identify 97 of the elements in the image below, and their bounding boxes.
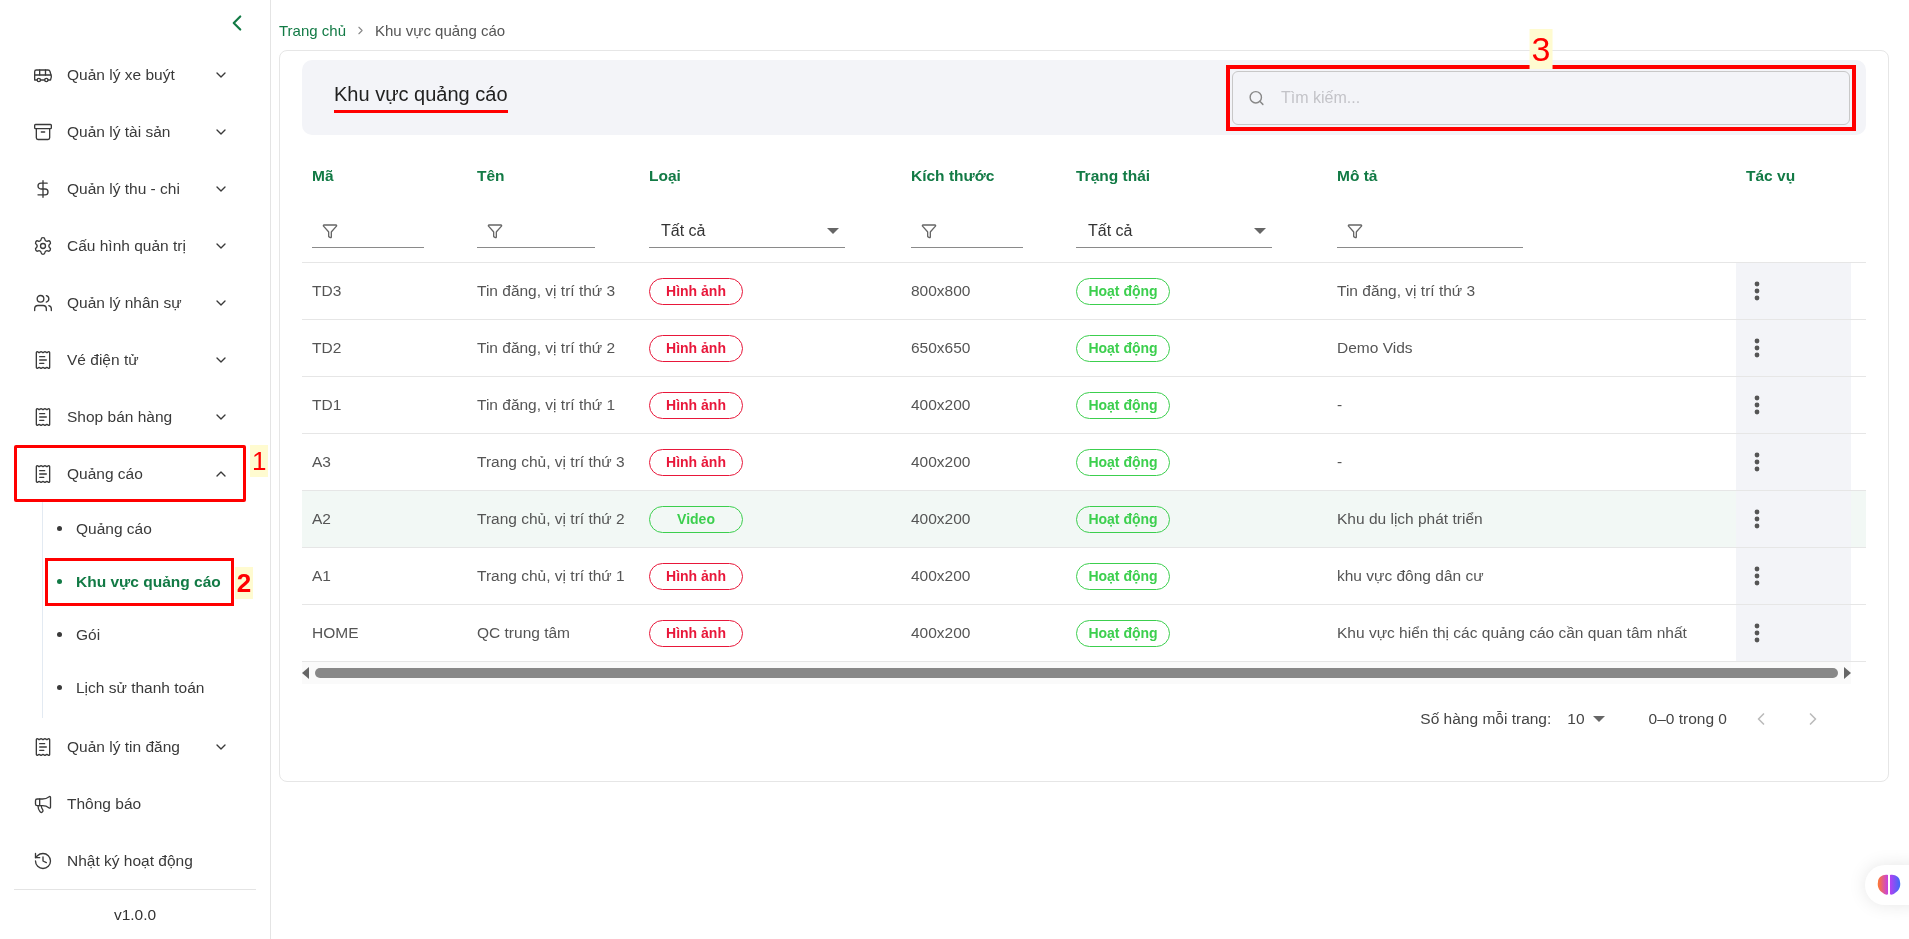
table-row[interactable]: TD2 Tin đăng, vị trí thứ 2 Hình ảnh 650x650 Hoạt động Demo Vids [302,320,1866,377]
table-cell-text: 400x200 [910,395,972,415]
table-cell-text: A3 [311,452,332,472]
table-cell-text: 400x200 [910,566,972,586]
more-button[interactable] [1754,281,1760,301]
table-cell-text: - [1336,452,1344,472]
brain-icon [1877,874,1901,896]
submenu-item[interactable]: Quảng cáo [57,504,162,553]
column-header: Tác vụ [1746,167,1797,185]
table-row[interactable]: TD3 Tin đăng, vị trí thứ 3 Hình ảnh 800x800 Hoạt động Tin đăng, vị trí thứ 3 [302,263,1866,320]
receipt-icon [33,349,53,370]
table-row[interactable]: HOME QC trung tâm Hình ảnh 400x200 Hoạt động Khu vực hiển thị các quảng cáo cần quan tâm nhất [302,605,1866,662]
column-header: Loại [649,167,682,185]
table-cell-text: Khu du lịch phát triển [1336,509,1484,529]
filter-select[interactable]: Tất cả [1076,214,1272,248]
table-cell-text: Tin đăng, vị trí thứ 2 [476,338,617,358]
sidebar-item[interactable]: Quản lý nhân sự [14,274,246,332]
table-cell-text: Trang chủ, vị trí thứ 1 [476,566,626,586]
filter-icon [322,223,338,239]
receipt-icon [33,463,53,484]
table-cell-text: 800x800 [910,281,972,301]
sidebar-item[interactable]: Quản lý xe buýt [14,46,246,104]
more-button[interactable] [1754,338,1760,358]
table-cell-text: Tin đăng, vị trí thứ 3 [1336,281,1477,301]
search-icon [1248,89,1265,106]
sidebar-item[interactable]: Quản lý tài sản [14,103,246,161]
sidebar-item[interactable]: Cấu hình quản trị [14,217,246,275]
receipt-icon [33,406,53,427]
sidebar-item[interactable]: Quản lý tin đăng [14,718,246,776]
table-cell-text: TD3 [311,281,343,301]
column-header: Kích thước [911,167,996,185]
archive-icon [33,121,53,142]
column-header: Trạng thái [1076,167,1152,185]
rows-per-page-select[interactable]: 10 [1567,710,1605,728]
table-row[interactable]: A3 Trang chủ, vị trí thứ 3 Hình ảnh 400x200 Hoạt động - [302,434,1866,491]
page-range: 0–0 trong 0 [1648,710,1727,728]
table-cell-text: TD1 [311,395,343,415]
submenu-item[interactable]: Lịch sử thanh toán [57,663,215,712]
sidebar-item[interactable]: Quản lý thu - chi [14,160,246,218]
receipt-icon [33,736,53,757]
more-button[interactable] [1754,623,1760,643]
table-cell-text: 650x650 [910,338,972,358]
table-cell-text: QC trung tâm [476,623,572,643]
submenu-item[interactable]: Gói [57,610,111,659]
table-cell-text: 400x200 [910,452,972,472]
table-cell-text: A1 [311,566,332,586]
table-cell-text: A2 [311,509,332,529]
more-icon [1754,338,1760,358]
sidebar-item[interactable]: Vé điện tử [14,331,246,389]
table-cell-text: Demo Vids [1336,338,1414,358]
breadcrumb-link[interactable]: Khu vực quảng cáo [375,21,506,39]
sidebar-item[interactable]: Thông báo [14,775,246,833]
table-cell-text: Trang chủ, vị trí thứ 2 [476,509,626,529]
column-header: Mã [312,167,335,185]
table-row[interactable]: A1 Trang chủ, vị trí thứ 1 Hình ảnh 400x200 Hoạt động khu vực đông dân cư [302,548,1866,605]
more-icon [1754,452,1760,472]
sidebar-item[interactable]: Shop bán hàng [14,388,246,446]
annotation-number: 3 [1529,28,1553,69]
rows-per-page-label: Số hàng mỗi trang: [1420,710,1552,728]
more-button[interactable] [1754,395,1760,415]
more-icon [1754,281,1760,301]
more-button[interactable] [1754,566,1760,586]
table-cell-text: HOME [311,623,360,643]
more-icon [1754,623,1760,643]
horizontal-scrollbar[interactable] [302,662,1851,684]
table-cell-text: Tin đăng, vị trí thứ 1 [476,395,617,415]
table-row[interactable]: A2 Trang chủ, vị trí thứ 2 Video 400x200 Hoạt động Khu du lịch phát triển [302,491,1866,548]
more-icon [1754,509,1760,529]
column-header: Mô tả [1337,167,1379,185]
filter-select[interactable]: Tất cả [649,214,845,248]
table-cell-text: 400x200 [910,623,972,643]
table-cell-text: Khu vực hiển thị các quảng cáo cần quan tâm nhất [1336,623,1688,643]
filter-icon [487,223,503,239]
filter-icon [921,223,937,239]
history-icon [33,850,53,871]
sidebar-item[interactable]: Nhật ký hoạt động [14,832,246,890]
table-cell-text: Tin đăng, vị trí thứ 3 [476,281,617,301]
table-cell-text: khu vực đông dân cư [1336,566,1485,586]
column-header: Tên [477,167,506,185]
table-cell-text: 400x200 [910,509,972,529]
filter-icon [1347,223,1363,239]
table-cell-text: Trang chủ, vị trí thứ 3 [476,452,626,472]
more-button[interactable] [1754,452,1760,472]
users-icon [33,292,53,313]
table-row[interactable]: TD1 Tin đăng, vị trí thứ 1 Hình ảnh 400x200 Hoạt động - [302,377,1866,434]
table-cell-text: TD2 [311,338,343,358]
breadcrumb-link[interactable]: Trang chủ [279,21,346,39]
annotation-number: 2 [234,566,254,599]
more-button[interactable] [1754,509,1760,529]
version-label: v1.0.0 [14,889,256,939]
megaphone-icon [33,793,53,814]
more-icon [1754,395,1760,415]
table-cell-text: - [1336,395,1344,415]
page-title: Khu vực quảng cáo [334,82,508,113]
annotation-number: 1 [250,445,269,478]
settings-icon [33,235,53,256]
more-icon [1754,566,1760,586]
